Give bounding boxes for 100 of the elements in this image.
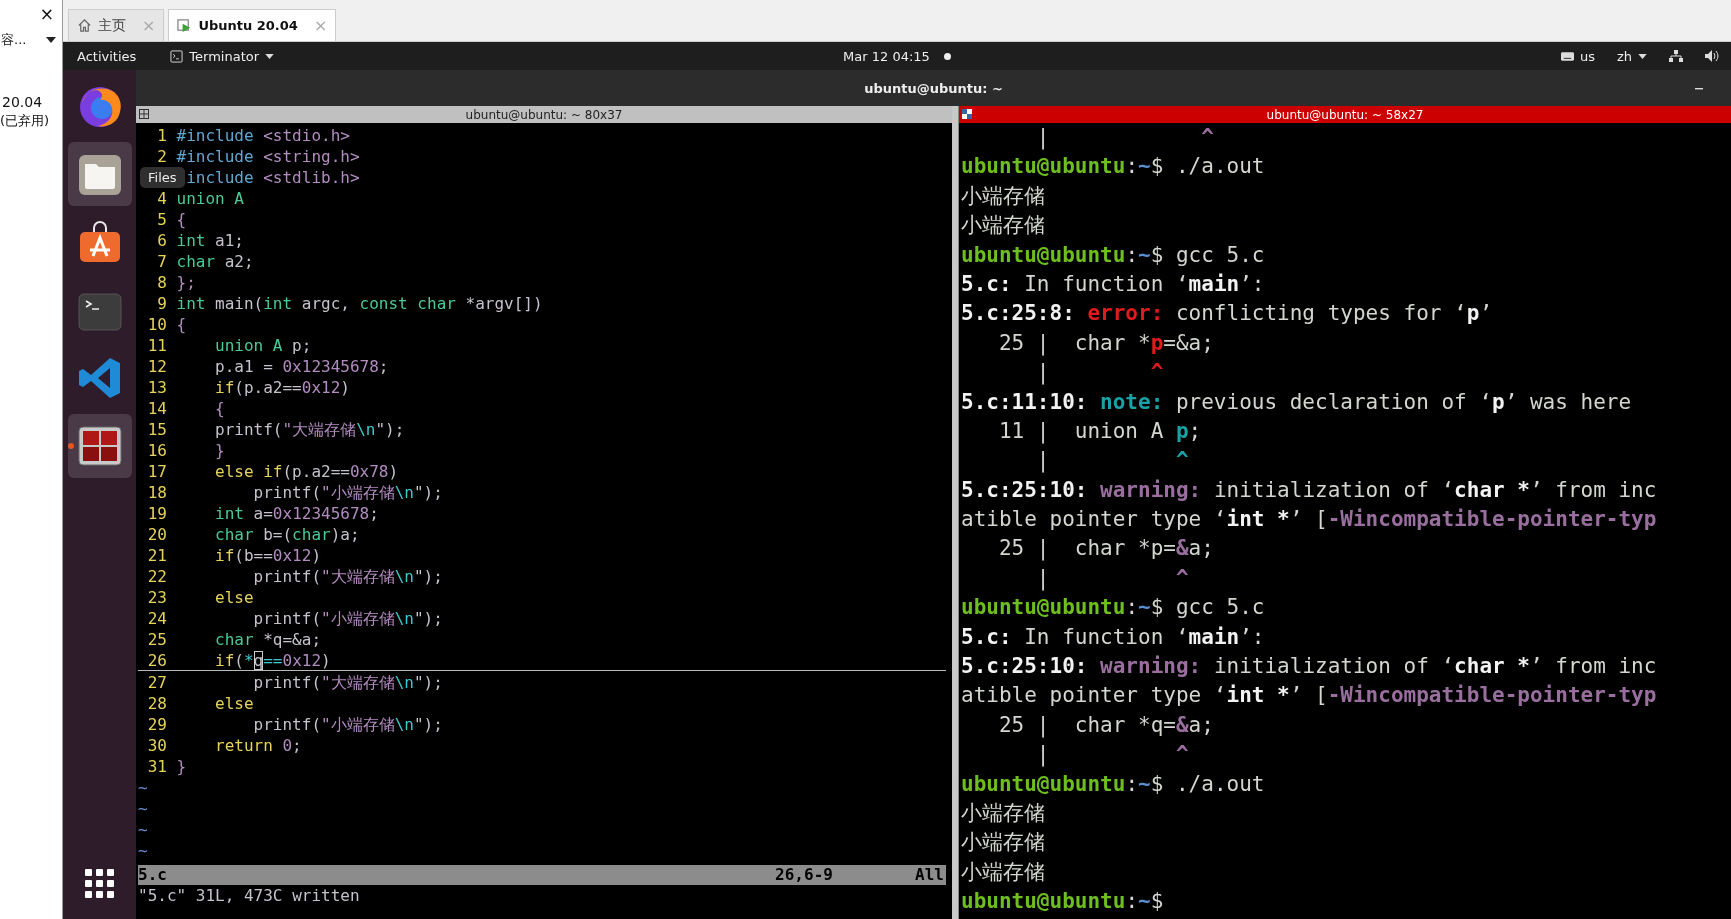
- terminal-line: 小端存储: [961, 800, 1046, 827]
- app-menu[interactable]: Terminator: [170, 48, 275, 64]
- code-line: int main(int argc, const char *argv[]): [176, 293, 543, 314]
- line-number: 31: [146, 756, 167, 777]
- dock-item[interactable]: [67, 142, 132, 206]
- line-number: 30: [146, 735, 167, 756]
- code-line: printf("小端存储\n");: [252, 482, 443, 503]
- terminal-line: | ^: [1035, 564, 1190, 593]
- activities-button[interactable]: Activities: [77, 48, 137, 64]
- home-icon: [77, 18, 92, 33]
- code-line: char a2;: [176, 251, 254, 272]
- line-number: 21: [146, 545, 167, 566]
- code-line: if(p.a2==0x12): [214, 377, 350, 398]
- terminal-line: ubuntu@ubuntu:~$ gcc 5.c: [961, 594, 1266, 622]
- terminal-line: 5.c:25:10: warning: initialization of ‘char *’ from inc: [961, 476, 1658, 504]
- terminal-line: 小端存储: [961, 182, 1046, 210]
- code-line: p.a1 = 0x12345678;: [214, 356, 389, 377]
- line-number: 15: [146, 419, 167, 440]
- cursor-position: 26,6-9: [775, 865, 834, 885]
- code-line: char b=(char)a;: [214, 524, 360, 545]
- terminal-line: 25 | char *p=&a;: [997, 535, 1215, 563]
- terminal-line: 5.c:25:8: error: conflicting types for ‘p’: [961, 300, 1494, 328]
- line-number: 12: [146, 356, 167, 377]
- terminal-line: 25 | char *p=&a;: [997, 329, 1215, 358]
- split-grid-icon[interactable]: [962, 109, 972, 119]
- dock-item[interactable]: [67, 414, 132, 478]
- empty-line-marker: ~: [138, 819, 148, 840]
- terminal-line: 小端存储: [961, 212, 1046, 240]
- tooltip: Files: [140, 167, 185, 188]
- split-grid-icon[interactable]: [139, 109, 149, 119]
- tab[interactable]: Ubuntu 20.04 ×: [168, 9, 337, 41]
- dropdown[interactable]: 容...: [0, 24, 62, 50]
- status-message: "5.c" 31L, 473C written: [138, 885, 361, 906]
- code-line: union A: [176, 188, 244, 209]
- code-line: int a1;: [176, 230, 244, 251]
- line-number: 10: [146, 314, 167, 335]
- line-number: 1: [156, 125, 167, 146]
- volume-icon[interactable]: [1705, 50, 1719, 62]
- terminal-line: ubuntu@ubuntu:~$: [961, 888, 1165, 916]
- minimize-icon[interactable]: [1695, 88, 1703, 90]
- code-line: else: [214, 693, 254, 714]
- line-number: 27: [146, 672, 167, 693]
- code-line: printf("大端存储\n");: [252, 672, 443, 693]
- terminal-line: | ^: [1035, 359, 1165, 387]
- line-number: 29: [146, 714, 167, 735]
- code-line: };: [176, 272, 196, 293]
- clock[interactable]: Mar 12 04:15: [843, 48, 930, 64]
- terminal-line: | ^: [1035, 447, 1190, 475]
- caret-icon: [1638, 53, 1647, 59]
- terminal-line: 小端存储: [961, 829, 1046, 857]
- line-number: 14: [146, 398, 167, 419]
- vm-version: 20.04: [1, 94, 44, 110]
- code-line: else if(p.a2==0x78): [214, 461, 399, 482]
- terminal-line: 5.c:11:10: note: previous declaration of ‘p’ was here: [961, 388, 1633, 416]
- line-number: 4: [156, 188, 167, 209]
- input-method-menu[interactable]: zh: [1616, 48, 1647, 64]
- line-number: 17: [146, 461, 167, 482]
- line-number: 9: [156, 293, 167, 314]
- code-line: {: [176, 314, 187, 335]
- line-number: 8: [156, 272, 167, 293]
- empty-line-marker: ~: [138, 777, 148, 798]
- terminal-line: 25 | char *q=&a;: [997, 711, 1215, 740]
- terminal-line: ubuntu@ubuntu:~$ ./a.out: [961, 770, 1266, 798]
- line-number: 24: [146, 608, 167, 629]
- line-number: 20: [146, 524, 167, 545]
- play-icon: [177, 18, 193, 33]
- pane-title: ubuntu@ubuntu: ~ 80x37: [465, 107, 623, 122]
- close-button[interactable]: ×: [39, 4, 54, 24]
- keyboard-layout[interactable]: us: [1560, 48, 1595, 64]
- terminal-line: 小端存储: [961, 858, 1046, 886]
- empty-line-marker: ~: [138, 840, 148, 861]
- terminal-line: atible pointer type ‘int *’ [-Wincompatible-pointer-typ: [961, 682, 1658, 710]
- code-line: }: [176, 756, 187, 777]
- line-number: 19: [146, 503, 167, 524]
- line-number: 26: [146, 650, 167, 670]
- terminal-line: ubuntu@ubuntu:~$ gcc 5.c: [961, 241, 1266, 269]
- terminal-line: 11 | union A p;: [997, 417, 1203, 446]
- terminal-line: 5.c: In function ‘main’:: [961, 270, 1266, 298]
- line-number: 23: [146, 587, 167, 608]
- code-line: else: [214, 587, 254, 608]
- apps-grid-icon[interactable]: [84, 869, 115, 899]
- pane-title: ubuntu@ubuntu: ~ 58x27: [1266, 107, 1424, 122]
- code-line: printf("大端存储\n");: [252, 566, 443, 587]
- code-line: char *q=&a;: [214, 629, 321, 650]
- scroll-position: All: [915, 865, 945, 885]
- line-number: 6: [156, 230, 167, 251]
- terminal-line: atible pointer type ‘int *’ [-Wincompatible-pointer-typ: [961, 506, 1658, 534]
- code-line: {: [214, 398, 225, 419]
- line-number: 18: [146, 482, 167, 503]
- file-name: 5.c: [138, 865, 168, 885]
- network-icon[interactable]: [1669, 50, 1683, 62]
- notification-dot: [943, 52, 951, 60]
- code-line: return 0;: [214, 735, 302, 756]
- line-number: 5: [156, 209, 167, 230]
- tab[interactable]: 主页 ×: [68, 9, 165, 41]
- code-line: int a=0x12345678;: [214, 503, 379, 524]
- line-number: 16: [146, 440, 167, 461]
- terminal-icon: [170, 49, 184, 63]
- code-line: printf("大端存储\n");: [214, 419, 405, 440]
- line-number: 13: [146, 377, 167, 398]
